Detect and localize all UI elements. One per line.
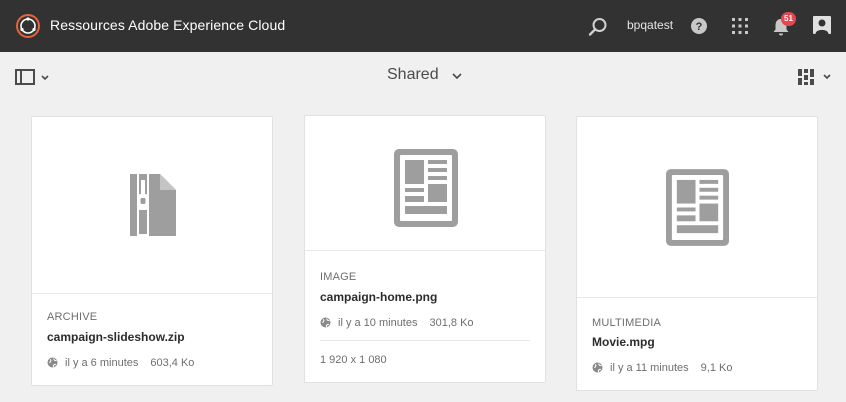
asset-size: 603,4 Ko [150, 357, 195, 369]
globe-icon [47, 357, 58, 368]
globe-icon [592, 362, 603, 373]
shell-header: Ressources Adobe Experience Cloud bpqate… [0, 0, 846, 52]
asset-card[interactable]: ARCHIVE campaign-slideshow.zip il y a 6 … [31, 116, 273, 386]
asset-dimensions: 1 920 x 1 080 [320, 354, 387, 366]
view-title[interactable]: Shared [387, 66, 439, 84]
chevron-down-icon[interactable] [452, 72, 462, 80]
asset-type: ARCHIVE [47, 311, 98, 323]
help-icon[interactable]: ? [690, 17, 708, 35]
asset-meta: il y a 11 minutes 9,1 Ko [592, 362, 732, 374]
archive-file-icon [130, 174, 176, 236]
notification-badge: 51 [781, 12, 796, 26]
asset-meta: il y a 10 minutes 301,8 Ko [320, 317, 474, 329]
asset-name[interactable]: Movie.mpg [592, 335, 655, 349]
brand-title[interactable]: Ressources Adobe Experience Cloud [50, 17, 285, 33]
asset-type: MULTIMEDIA [592, 317, 662, 329]
asset-name[interactable]: campaign-home.png [320, 290, 437, 304]
rail-toggle-icon[interactable] [14, 68, 54, 86]
user-name[interactable]: bpqatest [627, 18, 673, 32]
asset-size: 9,1 Ko [700, 362, 733, 374]
asset-modified: il y a 10 minutes [338, 317, 418, 329]
card-thumbnail[interactable] [32, 117, 272, 294]
asset-card[interactable]: IMAGE campaign-home.png il y a 10 minute… [304, 115, 546, 383]
card-divider [320, 340, 530, 341]
view-switcher-icon[interactable] [797, 68, 835, 86]
card-thumbnail[interactable] [305, 116, 545, 251]
document-layout-icon [394, 149, 458, 227]
action-bar: Shared [0, 52, 846, 100]
adobe-logo-icon[interactable] [16, 14, 40, 38]
apps-grid-icon[interactable] [731, 17, 749, 35]
card-thumbnail[interactable] [577, 117, 817, 298]
globe-icon [320, 317, 331, 328]
asset-modified: il y a 6 minutes [65, 357, 139, 369]
asset-size: 301,8 Ko [429, 317, 474, 329]
asset-modified: il y a 11 minutes [610, 362, 689, 374]
document-layout-icon [665, 169, 730, 246]
asset-card[interactable]: MULTIMEDIA Movie.mpg il y a 11 minutes 9,… [576, 116, 818, 391]
user-profile-icon[interactable] [813, 16, 831, 34]
svg-text:?: ? [696, 21, 703, 33]
asset-meta: il y a 6 minutes 603,4 Ko [47, 357, 194, 369]
asset-type: IMAGE [320, 271, 357, 283]
asset-name[interactable]: campaign-slideshow.zip [47, 330, 185, 344]
search-icon[interactable] [587, 16, 609, 38]
